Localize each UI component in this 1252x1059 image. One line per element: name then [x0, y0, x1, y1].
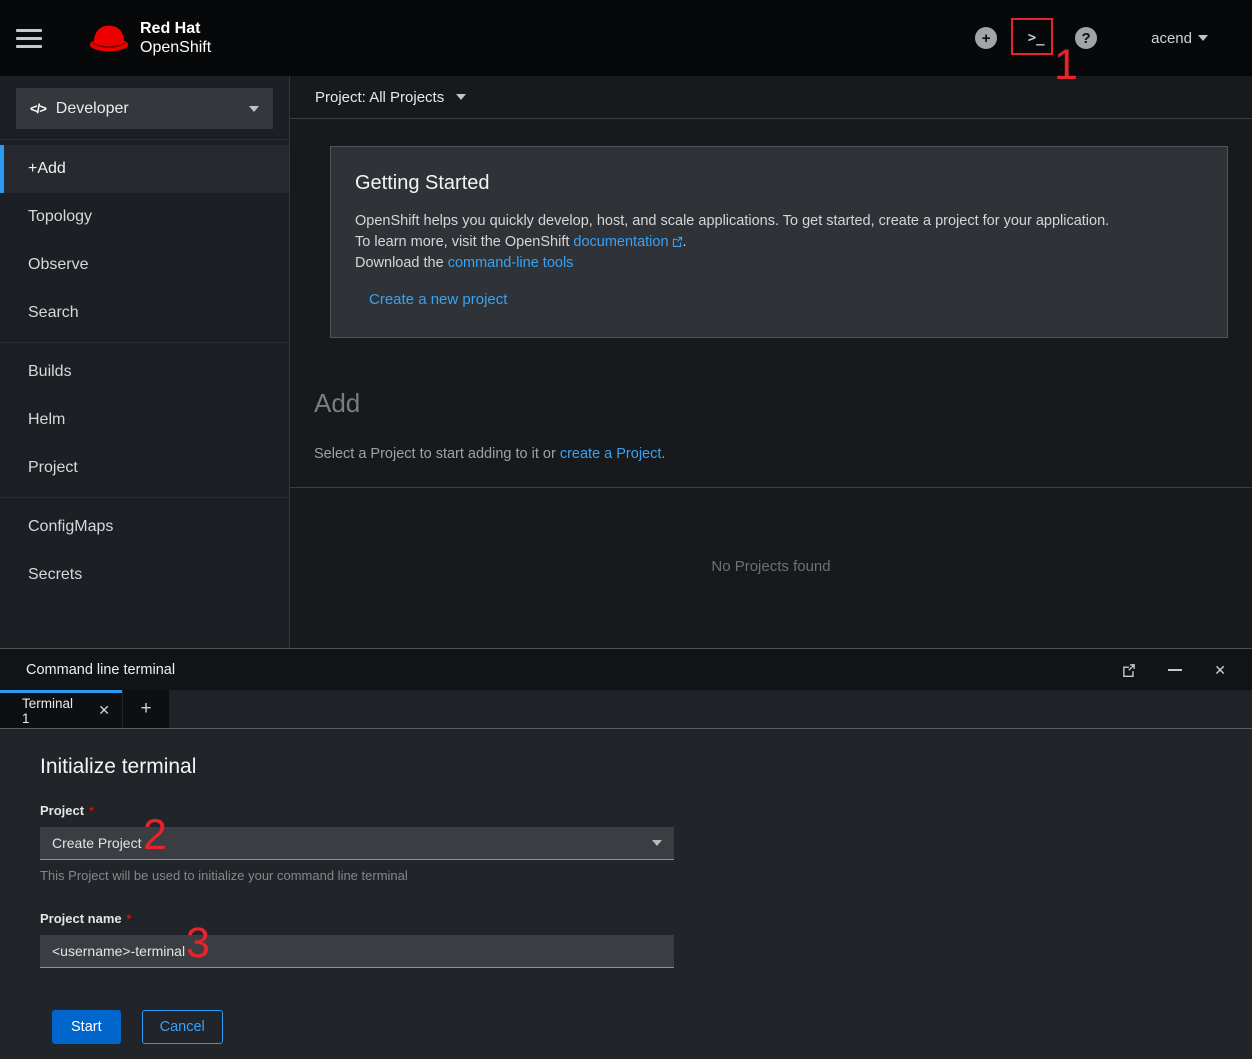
quick-create-button[interactable]: +	[973, 25, 999, 51]
annotation-step-3: 3	[186, 922, 210, 965]
sidebar-item-topology[interactable]: Topology	[0, 193, 289, 241]
project-name-field-label: Project name*	[40, 911, 674, 926]
close-drawer-button[interactable]: ✕	[1214, 663, 1226, 677]
annotation-step-1: 1	[1054, 44, 1078, 87]
project-field-label: Project*	[40, 803, 674, 818]
minimize-drawer-button[interactable]	[1168, 669, 1182, 671]
project-select[interactable]: Create Project	[40, 827, 674, 860]
project-field-helper-text: This Project will be used to initialize …	[40, 868, 674, 883]
sidebar-item-helm[interactable]: Helm	[0, 396, 289, 444]
perspective-switcher[interactable]: </> Developer	[16, 88, 273, 129]
minimize-icon	[1168, 669, 1182, 671]
getting-started-learn-line: To learn more, visit the OpenShift docum…	[355, 232, 1203, 253]
main-content: Project: All Projects Getting Started Op…	[290, 76, 1252, 648]
sidebar-item-search[interactable]: Search	[0, 289, 289, 337]
create-new-project-link[interactable]: Create a new project	[369, 291, 507, 308]
cancel-button[interactable]: Cancel	[142, 1010, 223, 1044]
sidebar-nav: +Add Topology Observe Search Builds Helm…	[0, 140, 289, 604]
open-in-new-window-button[interactable]	[1122, 663, 1136, 677]
project-select-value: Create Project	[52, 835, 141, 851]
external-link-icon	[672, 236, 683, 247]
chevron-down-icon	[1198, 35, 1208, 41]
sidebar-item-observe[interactable]: Observe	[0, 241, 289, 289]
chevron-down-icon	[652, 840, 662, 846]
terminal-drawer-title: Command line terminal	[26, 662, 175, 678]
sidebar-item-builds[interactable]: Builds	[0, 348, 289, 396]
chevron-down-icon	[456, 94, 466, 100]
close-tab-button[interactable]: ✕	[98, 703, 110, 718]
add-terminal-tab-button[interactable]: +	[122, 690, 169, 728]
close-icon: ✕	[1214, 663, 1226, 677]
getting-started-title: Getting Started	[355, 172, 1203, 195]
terminal-init-panel: Initialize terminal Project* Create Proj…	[0, 729, 1252, 1059]
getting-started-intro: OpenShift helps you quickly develop, hos…	[355, 211, 1203, 232]
sidebar-item-secrets[interactable]: Secrets	[0, 551, 289, 599]
terminal-drawer: Command line terminal ✕ Terminal 1 ✕ + I…	[0, 648, 1252, 1059]
add-page-description: Select a Project to start adding to it o…	[314, 446, 1228, 462]
documentation-link[interactable]: documentation	[573, 234, 682, 250]
terminal-tab-1[interactable]: Terminal 1 ✕	[0, 690, 122, 728]
getting-started-panel: Getting Started OpenShift helps you quic…	[330, 146, 1228, 338]
perspective-label: Developer	[56, 100, 129, 118]
initialize-terminal-form: Project* Create Project This Project wil…	[40, 803, 674, 1044]
brand-line-2: OpenShift	[140, 38, 211, 57]
chevron-down-icon	[249, 106, 259, 112]
annotation-step-2: 2	[143, 814, 167, 857]
user-menu-button[interactable]: acend	[1151, 30, 1208, 47]
terminal-tabs: Terminal 1 ✕ +	[0, 690, 1252, 729]
redhat-fedora-icon	[88, 22, 130, 54]
initialize-terminal-heading: Initialize terminal	[40, 755, 1252, 779]
plus-icon: +	[140, 698, 151, 719]
command-line-tools-link[interactable]: command-line tools	[448, 255, 574, 271]
brand-logo: Red Hat OpenShift	[88, 19, 211, 57]
project-selector-label: Project: All Projects	[315, 89, 444, 106]
sidebar-item-add[interactable]: +Add	[0, 145, 289, 193]
create-a-project-link[interactable]: create a Project	[560, 446, 662, 462]
close-icon: ✕	[98, 702, 110, 718]
username: acend	[1151, 30, 1192, 47]
sidebar-item-configmaps[interactable]: ConfigMaps	[0, 503, 289, 551]
empty-state-message: No Projects found	[314, 488, 1228, 645]
annotation-highlight-box	[1011, 18, 1053, 55]
project-selector[interactable]: Project: All Projects	[290, 76, 1252, 119]
getting-started-download-line: Download the command-line tools	[355, 253, 1203, 274]
question-circle-icon: ?	[1075, 27, 1097, 49]
terminal-drawer-header: Command line terminal ✕	[0, 649, 1252, 690]
hamburger-icon	[16, 29, 42, 32]
sidebar: </> Developer +Add Topology Observe Sear…	[0, 76, 290, 648]
start-button[interactable]: Start	[52, 1010, 121, 1044]
terminal-tab-label: Terminal 1	[22, 696, 82, 726]
plus-circle-icon: +	[975, 27, 997, 49]
page-title: Add	[314, 388, 1228, 419]
code-icon: </>	[30, 101, 46, 116]
required-marker: *	[127, 912, 132, 926]
project-name-input[interactable]	[40, 935, 674, 968]
sidebar-item-project[interactable]: Project	[0, 444, 289, 492]
required-marker: *	[89, 804, 94, 818]
brand-line-1: Red Hat	[140, 19, 211, 38]
external-link-icon	[1122, 663, 1136, 677]
nav-toggle-button[interactable]	[16, 18, 56, 58]
